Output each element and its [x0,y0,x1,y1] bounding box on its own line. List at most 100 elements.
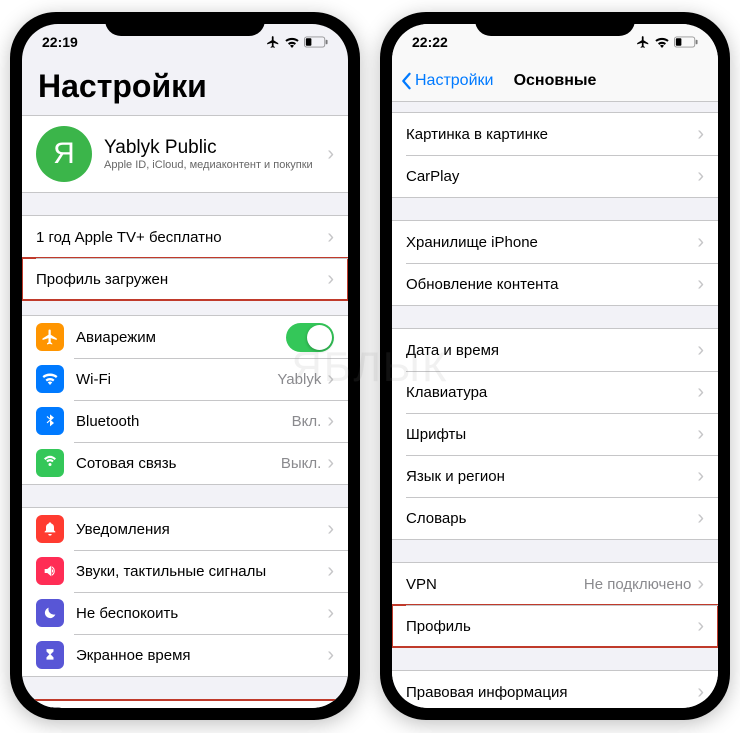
page-title: Настройки [22,60,348,115]
chevron-right-icon: › [327,603,334,623]
row-label: Картинка в картинке [406,126,697,143]
group-input: Дата и время › Клавиатура › Шрифты › Язы… [392,328,718,540]
row-dictionary[interactable]: Словарь › [392,497,718,539]
content-area[interactable]: Картинка в картинке › CarPlay › Хранилищ… [392,102,718,708]
hourglass-icon [36,641,64,669]
chevron-right-icon: › [697,574,704,594]
chevron-right-icon: › [697,682,704,702]
chevron-right-icon: › [697,382,704,402]
row-label: Профиль [406,618,697,635]
row-cellular[interactable]: Сотовая связь Выкл. › [22,442,348,484]
row-label: Не беспокоить [76,605,327,622]
row-label: Уведомления [76,521,327,538]
chevron-right-icon: › [327,269,334,289]
row-screen-time[interactable]: Экранное время › [22,634,348,676]
speaker-icon [36,557,64,585]
status-right [636,35,698,49]
apple-id-row[interactable]: Я Yablyk Public Apple ID, iCloud, медиак… [22,115,348,193]
row-profile[interactable]: Профиль › [392,605,718,647]
back-button[interactable]: Настройки [400,72,493,90]
row-detail: Вкл. [292,413,322,430]
row-sounds[interactable]: Звуки, тактильные сигналы › [22,550,348,592]
row-do-not-disturb[interactable]: Не беспокоить › [22,592,348,634]
wifi-icon [654,36,670,48]
status-right [266,35,328,49]
row-label: Дата и время [406,342,697,359]
avatar: Я [36,126,92,182]
chevron-right-icon: › [697,232,704,252]
battery-icon [674,36,698,48]
chevron-right-icon: › [327,519,334,539]
notch [475,12,635,36]
row-appletv-promo[interactable]: 1 год Apple TV+ бесплатно › [22,216,348,258]
row-label: Wi-Fi [76,371,277,388]
row-airplane-mode[interactable]: Авиарежим [22,316,348,358]
row-detail: Выкл. [281,455,321,472]
group-notifications: Уведомления › Звуки, тактильные сигналы … [22,507,348,677]
row-fonts[interactable]: Шрифты › [392,413,718,455]
status-time: 22:19 [42,34,78,50]
gear-icon [36,707,64,708]
airplane-switch[interactable] [286,323,334,352]
chevron-left-icon [400,72,412,90]
row-date-time[interactable]: Дата и время › [392,329,718,371]
row-legal[interactable]: Правовая информация › [392,671,718,708]
row-label: Экранное время [76,647,327,664]
row-label: Клавиатура [406,384,697,401]
row-picture-in-picture[interactable]: Картинка в картинке › [392,113,718,155]
row-general[interactable]: Основные › [22,700,348,708]
screen-general: 22:22 Настройки Основные Картинка в карт… [392,24,718,708]
chevron-right-icon: › [327,227,334,247]
chevron-right-icon: › [697,616,704,636]
back-label: Настройки [415,72,493,90]
group-promo: 1 год Apple TV+ бесплатно › Профиль загр… [22,215,348,301]
group-vpn: VPN Не подключено › Профиль › [392,562,718,648]
row-label: Шрифты [406,426,697,443]
bluetooth-icon [36,407,64,435]
chevron-right-icon: › [327,645,334,665]
bell-icon [36,515,64,543]
screen-settings-root: 22:19 Настройки Я Yablyk Public Apple ID… [22,24,348,708]
chevron-right-icon: › [697,466,704,486]
chevron-right-icon: › [697,424,704,444]
row-label: Профиль загружен [36,271,327,288]
row-notifications[interactable]: Уведомления › [22,508,348,550]
chevron-right-icon: › [697,340,704,360]
row-label: Сотовая связь [76,455,281,472]
chevron-right-icon: › [697,508,704,528]
moon-icon [36,599,64,627]
airplane-icon [636,35,650,49]
row-iphone-storage[interactable]: Хранилище iPhone › [392,221,718,263]
row-carplay[interactable]: CarPlay › [392,155,718,197]
row-bluetooth[interactable]: Bluetooth Вкл. › [22,400,348,442]
content-area[interactable]: Настройки Я Yablyk Public Apple ID, iClo… [22,60,348,708]
row-keyboard[interactable]: Клавиатура › [392,371,718,413]
group-general: Основные › [22,699,348,708]
row-language-region[interactable]: Язык и регион › [392,455,718,497]
chevron-right-icon: › [327,411,334,431]
chevron-right-icon: › [327,561,334,581]
battery-icon [304,36,328,48]
row-background-refresh[interactable]: Обновление контента › [392,263,718,305]
group-storage: Хранилище iPhone › Обновление контента › [392,220,718,306]
chevron-right-icon: › [327,369,334,389]
airplane-icon [36,323,64,351]
row-label: Звуки, тактильные сигналы [76,563,327,580]
row-vpn[interactable]: VPN Не подключено › [392,563,718,605]
row-label: VPN [406,576,584,593]
notch [105,12,265,36]
group-connectivity: Авиарежим Wi-Fi Yablyk › Bluetooth [22,315,348,485]
row-label: Язык и регион [406,468,697,485]
row-profile-loaded[interactable]: Профиль загружен › [22,258,348,300]
chevron-right-icon: › [327,144,334,164]
wifi-icon [36,365,64,393]
row-label: Правовая информация [406,684,697,701]
chevron-right-icon: › [697,166,704,186]
row-wifi[interactable]: Wi-Fi Yablyk › [22,358,348,400]
phone-left: 22:19 Настройки Я Yablyk Public Apple ID… [10,12,360,720]
group-pip: Картинка в картинке › CarPlay › [392,112,718,198]
chevron-right-icon: › [697,274,704,294]
status-time: 22:22 [412,34,448,50]
wifi-icon [284,36,300,48]
row-label: 1 год Apple TV+ бесплатно [36,229,327,246]
